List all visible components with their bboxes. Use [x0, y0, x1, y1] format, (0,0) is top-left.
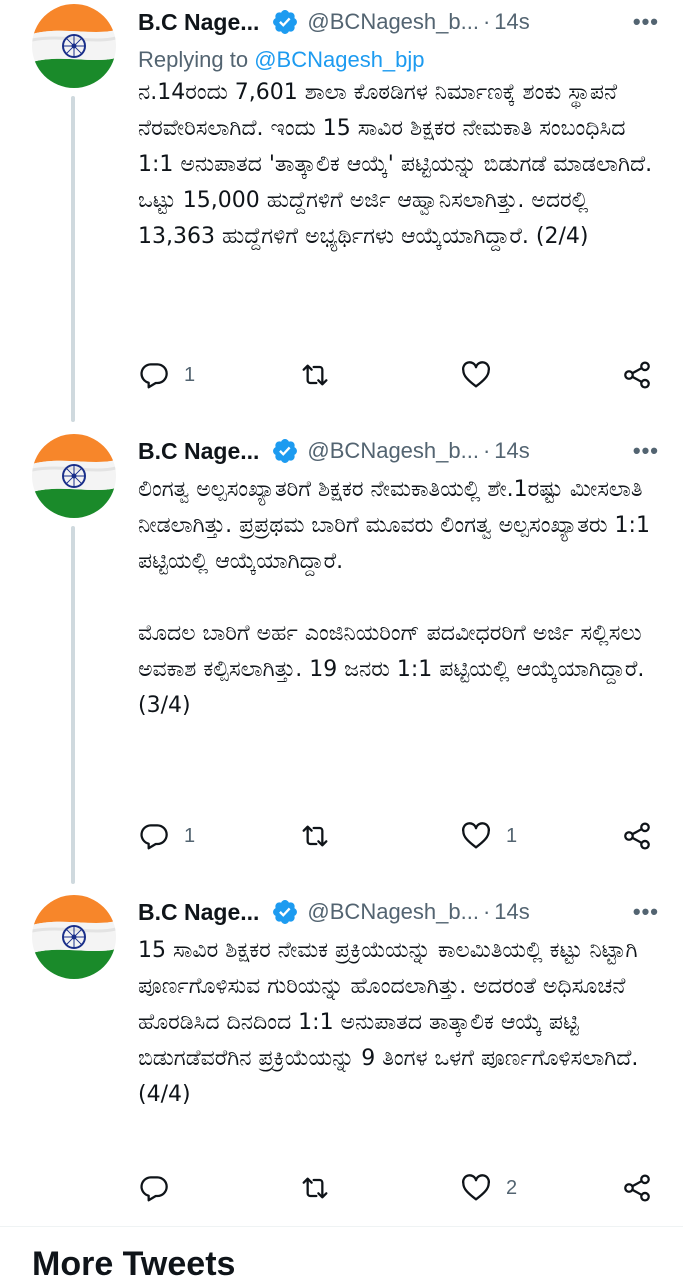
- retweet-button[interactable]: [299, 359, 439, 391]
- replying-handle-link[interactable]: @BCNagesh_bjp: [254, 47, 424, 72]
- author-handle[interactable]: @BCNagesh_b...: [307, 438, 479, 464]
- share-button[interactable]: [621, 820, 653, 852]
- reply-count: 1: [184, 824, 196, 847]
- verified-badge-icon: [271, 8, 299, 36]
- avatar[interactable]: [32, 434, 116, 518]
- like-button[interactable]: 2: [460, 1172, 600, 1204]
- more-icon[interactable]: •••: [633, 899, 659, 925]
- more-icon[interactable]: •••: [633, 438, 659, 464]
- retweet-icon: [299, 359, 331, 391]
- like-icon: [460, 820, 492, 852]
- verified-badge-icon: [271, 898, 299, 926]
- india-flag-avatar-icon: [32, 434, 116, 518]
- reply-button[interactable]: [138, 1172, 278, 1204]
- separator: ·: [482, 9, 491, 34]
- tweet[interactable]: B.C Nage... @BCNagesh_b... · 14s ••• ಲಿಂ…: [0, 432, 683, 882]
- share-icon: [621, 820, 653, 852]
- more-icon[interactable]: •••: [633, 9, 659, 35]
- tweet-actions: 1 1: [138, 818, 653, 854]
- reply-icon: [138, 1172, 170, 1204]
- tweet-actions: 1: [138, 357, 653, 393]
- reply-icon: [138, 820, 170, 852]
- timestamp[interactable]: 14s: [494, 9, 529, 35]
- tweet-actions: 2: [138, 1170, 653, 1206]
- tweet-text: 15 ಸಾವಿರ ಶಿಕ್ಷಕರ ನೇಮಕ ಪ್ರಕ್ರಿಯೆಯನ್ನು ಕಾಲ…: [138, 938, 646, 1107]
- author-handle[interactable]: @BCNagesh_b...: [307, 899, 479, 925]
- reply-button[interactable]: 1: [138, 820, 278, 852]
- like-button[interactable]: 1: [460, 820, 600, 852]
- like-icon: [460, 359, 492, 391]
- share-icon: [621, 359, 653, 391]
- author-handle[interactable]: @BCNagesh_b...: [307, 9, 479, 35]
- tweet-text: ನ.14ರಂದು 7,601 ಶಾಲಾ ಕೊಠಡಿಗಳ ನಿರ್ಮಾಣಕ್ಕೆ …: [138, 80, 660, 249]
- retweet-icon: [299, 820, 331, 852]
- tweet[interactable]: B.C Nage... @BCNagesh_b... · 14s ••• Rep…: [0, 0, 683, 420]
- reply-count: 1: [184, 363, 196, 386]
- avatar[interactable]: [32, 895, 116, 979]
- tweet-header: B.C Nage... @BCNagesh_b... · 14s •••: [138, 893, 659, 931]
- india-flag-avatar-icon: [32, 4, 116, 88]
- separator: ·: [482, 899, 491, 924]
- india-flag-avatar-icon: [32, 895, 116, 979]
- replying-prefix: Replying to: [138, 47, 249, 72]
- tweet-text: ಲಿಂಗತ್ವ ಅಲ್ಪಸಂಖ್ಯಾತರಿಗೆ ಶಿಕ್ಷಕರ ನೇಮಕಾತಿಯ…: [138, 477, 650, 718]
- tweet[interactable]: B.C Nage... @BCNagesh_b... · 14s ••• 15 …: [0, 893, 683, 1223]
- like-icon: [460, 1172, 492, 1204]
- timestamp[interactable]: 14s: [494, 899, 529, 925]
- share-button[interactable]: [621, 359, 653, 391]
- timestamp[interactable]: 14s: [494, 438, 529, 464]
- author-name[interactable]: B.C Nage...: [138, 9, 259, 36]
- share-button[interactable]: [621, 1172, 653, 1204]
- replying-to: Replying to @BCNagesh_bjp: [138, 47, 659, 73]
- like-count: 2: [506, 1176, 518, 1199]
- tweet-header: B.C Nage... @BCNagesh_b... · 14s •••: [138, 432, 659, 470]
- like-count: 1: [506, 824, 518, 847]
- reply-button[interactable]: 1: [138, 359, 278, 391]
- retweet-button[interactable]: [299, 1172, 439, 1204]
- more-tweets-heading: More Tweets: [32, 1245, 236, 1283]
- like-button[interactable]: [460, 359, 600, 391]
- retweet-button[interactable]: [299, 820, 439, 852]
- tweet-header: B.C Nage... @BCNagesh_b... · 14s •••: [138, 3, 659, 41]
- reply-icon: [138, 359, 170, 391]
- section-divider: [0, 1226, 683, 1227]
- retweet-icon: [299, 1172, 331, 1204]
- avatar[interactable]: [32, 4, 116, 88]
- verified-badge-icon: [271, 437, 299, 465]
- author-name[interactable]: B.C Nage...: [138, 438, 259, 465]
- separator: ·: [482, 438, 491, 463]
- share-icon: [621, 1172, 653, 1204]
- author-name[interactable]: B.C Nage...: [138, 899, 259, 926]
